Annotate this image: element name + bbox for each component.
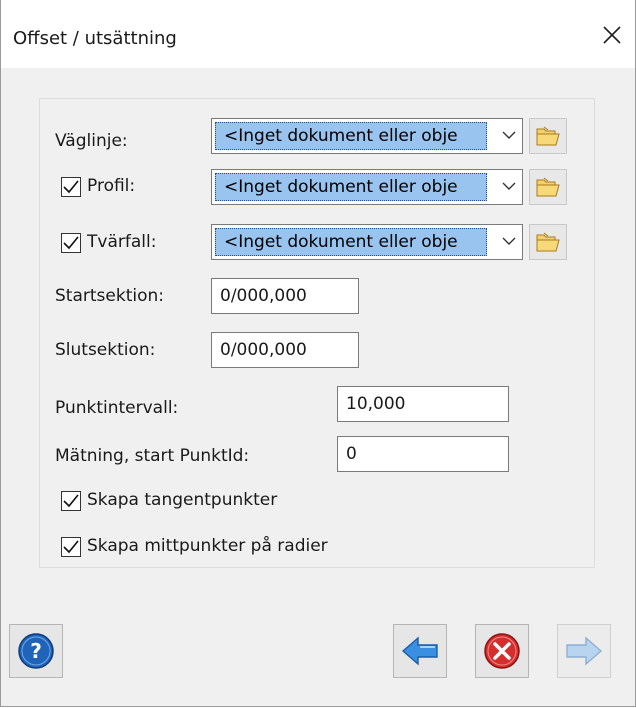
punktintervall-input[interactable] xyxy=(337,386,509,422)
cancel-icon xyxy=(484,633,520,669)
checkmark-icon xyxy=(63,540,79,554)
help-icon: ? xyxy=(18,633,54,669)
arrow-left-icon xyxy=(401,636,438,666)
profil-dropdown-value: <Inget dokument eller objе xyxy=(215,173,487,201)
slutsektion-input[interactable] xyxy=(211,332,359,368)
mittpunkter-checkbox[interactable] xyxy=(61,537,81,557)
checkmark-icon xyxy=(63,236,79,250)
open-folder-icon xyxy=(536,126,560,146)
profil-label: Profil: xyxy=(87,176,136,196)
arrow-right-icon xyxy=(566,636,603,666)
back-button[interactable] xyxy=(393,624,447,678)
mittpunkter-label[interactable]: Skapa mittpunkter på radier xyxy=(87,536,328,556)
matning-start-punktid-input[interactable] xyxy=(337,436,509,472)
vaglinje-dropdown[interactable]: <Inget dokument eller objе xyxy=(211,118,523,154)
profil-browse-button[interactable] xyxy=(529,169,567,205)
tvarfall-dropdown-value: <Inget dokument eller objе xyxy=(215,228,487,256)
open-folder-icon xyxy=(536,177,560,197)
vaglinje-browse-button[interactable] xyxy=(529,118,567,154)
close-icon xyxy=(603,26,621,44)
chevron-down-icon xyxy=(502,182,516,190)
slutsektion-label: Slutsektion: xyxy=(55,340,156,360)
tvarfall-checkbox[interactable] xyxy=(61,233,81,253)
chevron-down-icon xyxy=(502,131,516,139)
next-button[interactable] xyxy=(557,624,611,678)
svg-text:?: ? xyxy=(30,639,42,663)
tangentpunkter-label[interactable]: Skapa tangentpunkter xyxy=(87,490,277,510)
tvarfall-dropdown[interactable]: <Inget dokument eller objе xyxy=(211,224,523,260)
profil-dropdown[interactable]: <Inget dokument eller objе xyxy=(211,169,523,205)
matning-label: Mätning, start PunktId: xyxy=(55,446,250,466)
window-title: Offset / utsättning xyxy=(13,28,177,49)
checkmark-icon xyxy=(63,180,79,194)
profil-checkbox[interactable] xyxy=(61,177,81,197)
help-button[interactable]: ? xyxy=(9,624,63,678)
checkmark-icon xyxy=(63,494,79,508)
tvarfall-browse-button[interactable] xyxy=(529,224,567,260)
tangentpunkter-checkbox[interactable] xyxy=(61,491,81,511)
tvarfall-label: Tvärfall: xyxy=(87,232,157,252)
vaglinje-dropdown-value: <Inget dokument eller objе xyxy=(215,122,487,150)
vaglinje-label: Väglinje: xyxy=(55,131,128,151)
startsektion-input[interactable] xyxy=(211,278,359,314)
cancel-button[interactable] xyxy=(475,624,529,678)
punktintervall-label: Punktintervall: xyxy=(55,398,179,418)
startsektion-label: Startsektion: xyxy=(55,286,164,306)
close-button[interactable] xyxy=(589,12,635,58)
title-bar: Offset / utsättning xyxy=(1,0,635,68)
open-folder-icon xyxy=(536,232,560,252)
chevron-down-icon xyxy=(502,237,516,245)
dialog-window: Offset / utsättning Väglinje: <Inget dok… xyxy=(0,0,636,707)
